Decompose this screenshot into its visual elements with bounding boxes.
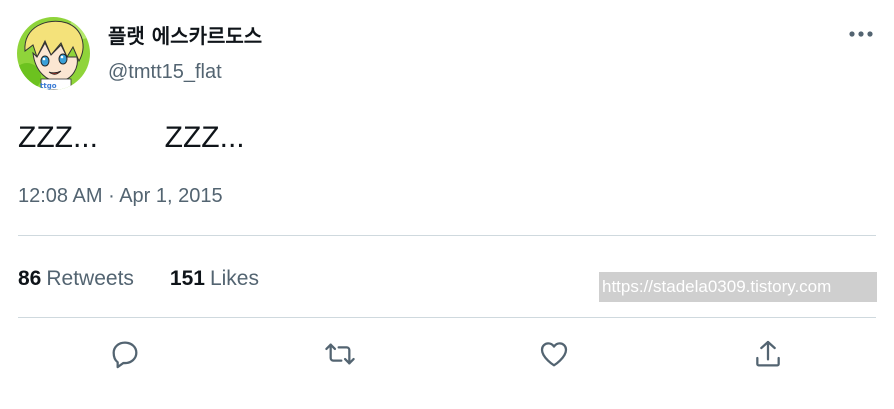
- likes-count: 151: [169, 267, 205, 290]
- likes-label: Likes: [209, 267, 259, 290]
- author-block[interactable]: 플랫 에스카르도스 @tmtt15_flat: [108, 22, 262, 86]
- like-icon: [540, 342, 568, 367]
- like-button[interactable]: [534, 334, 574, 374]
- retweet-icon: [325, 343, 355, 365]
- tweet-date[interactable]: Apr 1, 2015: [119, 185, 222, 207]
- divider-top: [18, 235, 876, 236]
- retweet-button[interactable]: [320, 334, 360, 374]
- reply-button[interactable]: [105, 334, 145, 374]
- divider-bottom: [18, 317, 876, 318]
- reply-icon: [112, 341, 138, 369]
- retweets-count: 86: [18, 267, 42, 290]
- share-button[interactable]: [748, 334, 788, 374]
- tweet-text: ZZZ... ZZZ...: [18, 121, 245, 154]
- more-options-icon: [849, 31, 873, 37]
- watermark: https://stadela0309.tistory.com: [599, 272, 877, 302]
- share-icon: [756, 340, 780, 367]
- tweet-stats: 86 Retweets 151 Likes: [18, 265, 259, 293]
- author-display-name[interactable]: 플랫 에스카르도스: [108, 22, 262, 50]
- likes-stat[interactable]: 151 Likes: [170, 265, 259, 293]
- tweet-time[interactable]: 12:08 AM: [18, 185, 103, 207]
- retweets-stat[interactable]: 86 Retweets: [18, 265, 134, 293]
- timestamp-separator: ·: [102, 185, 120, 207]
- avatar-text: ttgo: [40, 82, 57, 90]
- retweets-label: Retweets: [46, 267, 134, 290]
- tweet-actions-bar: [0, 334, 894, 378]
- tweet-timestamp[interactable]: 12:08 AM · Apr 1, 2015: [18, 183, 223, 209]
- author-handle[interactable]: @tmtt15_flat: [108, 58, 262, 86]
- anime-avatar-icon: ttgo: [17, 17, 90, 90]
- more-options-button[interactable]: [846, 24, 876, 44]
- avatar[interactable]: ttgo: [17, 17, 90, 90]
